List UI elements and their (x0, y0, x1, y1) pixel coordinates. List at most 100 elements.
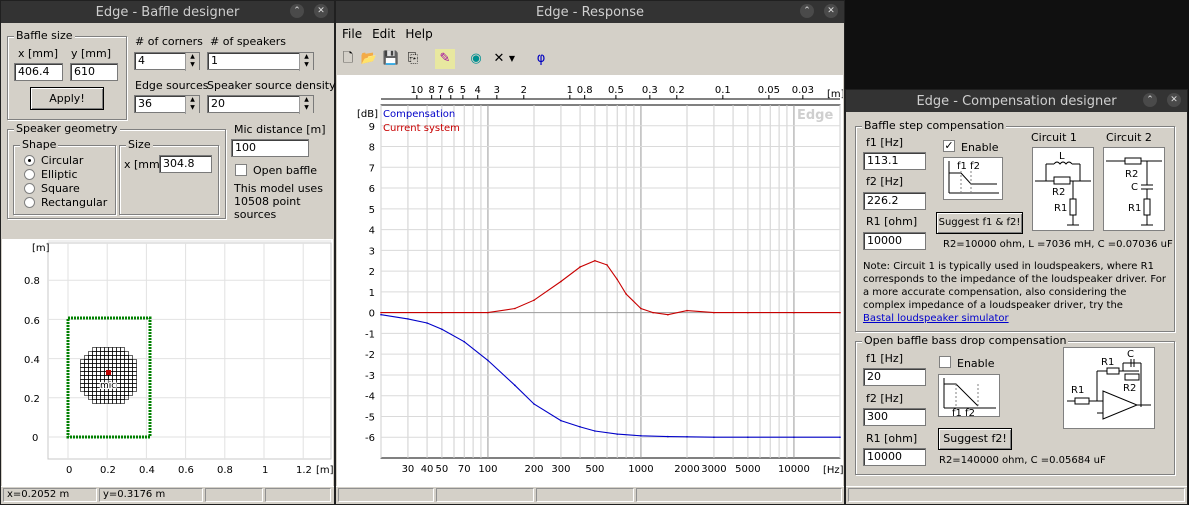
top-tick-label: 0.05 (758, 85, 780, 96)
note-line-1: Note: Circuit 1 is typically used in lou… (863, 261, 1154, 272)
top-tick-label: 0.3 (642, 85, 658, 96)
current-system-point (594, 259, 596, 262)
square-radio[interactable] (24, 183, 35, 194)
pen-icon[interactable]: ✎ (435, 49, 455, 69)
rectangular-radio[interactable] (24, 197, 35, 208)
circuit1-r1-label: R1 (1054, 203, 1067, 214)
density-spinner[interactable]: ▲ ▼ (299, 96, 313, 114)
baffle-xtick-0.4: 0.4 (139, 465, 155, 476)
ob-r1-input[interactable]: 10000 (863, 448, 926, 466)
current-system-point (667, 313, 669, 316)
bsc-enable-label: Enable (961, 141, 999, 154)
menu-help[interactable]: Help (405, 27, 432, 41)
baffle-y-input[interactable]: 610 (70, 63, 118, 81)
phase-icon[interactable]: φ (531, 49, 551, 69)
baffle-xtick-0: 0 (66, 465, 72, 476)
current-system-point (640, 307, 642, 310)
baffle-plot[interactable]: [m] 0.8 0.6 0.4 0.2 0 0 0.2 0.4 0.6 0.8 … (2, 239, 333, 487)
comp-status-cell (848, 488, 1185, 502)
corners-input[interactable]: 4 ▲ ▼ (134, 52, 200, 71)
baffle-xtick-0.6: 0.6 (178, 465, 194, 476)
bsc-enable-checkbox[interactable]: ✓ (943, 140, 955, 152)
close-icon[interactable]: ✕ (824, 4, 838, 18)
f1-input[interactable]: 113.1 (863, 152, 926, 170)
ob-enable-checkbox[interactable] (939, 356, 951, 368)
circular-radio[interactable] (24, 155, 35, 166)
ob-f1-input[interactable]: 20 (863, 368, 926, 386)
circuit1-r2-label: R2 (1052, 187, 1065, 198)
response-title-bar[interactable]: Edge - Response ⌃ ✕ (336, 1, 844, 23)
response-window-title: Edge - Response (535, 4, 645, 20)
baffle-size-label: Baffle size (14, 29, 75, 42)
elliptic-label: Elliptic (41, 168, 78, 181)
close-icon[interactable]: ✕ (314, 4, 328, 18)
size-x-input[interactable]: 304.8 (159, 155, 212, 173)
baffle-title-bar[interactable]: Edge - Baffle designer ⌃ ✕ (1, 1, 334, 23)
save-icon[interactable]: 💾 (381, 49, 401, 69)
r1-input[interactable]: 10000 (863, 232, 926, 250)
corners-spinner[interactable]: ▲ ▼ (185, 53, 199, 71)
baffle-xunit: [m] (316, 465, 333, 476)
bsc-curve-label: f1 f2 (957, 161, 980, 172)
edge-sources-label: Edge sources (135, 79, 209, 92)
ob-f2-input[interactable]: 300 (863, 408, 926, 426)
suggest-f1-f2-button[interactable]: Suggest f1 & f2! (936, 212, 1023, 234)
bsc-response-curve-icon: f1 f2 (943, 157, 1003, 200)
y-tick-label: -5 (365, 412, 375, 423)
y-tick-label: 6 (369, 184, 375, 195)
open-baffle-checkbox[interactable] (235, 164, 247, 176)
y-tick-label: 1 (369, 288, 375, 299)
f2-input[interactable]: 226.2 (863, 192, 926, 210)
compensation-point (533, 403, 535, 405)
note-line-2: corresponds to the impedance of the loud… (863, 274, 1167, 285)
compensation-point (579, 426, 581, 428)
compensation-title-bar[interactable]: Edge - Compensation designer ⌃ ✕ (846, 90, 1187, 112)
model-info-line-2: 10508 point (234, 195, 301, 208)
note-line-4: complex impedance of a loudspeaker drive… (863, 300, 1123, 311)
baffle-xtick-0.8: 0.8 (217, 465, 233, 476)
open-icon[interactable]: 📂 (359, 49, 379, 69)
response-window: Edge - Response ⌃ ✕ File Edit Help 🗋 📂 💾… (335, 0, 845, 505)
apply-button[interactable]: Apply! (30, 87, 104, 110)
y-axis-unit: [dB] (357, 109, 378, 120)
menu-bar: File Edit Help (336, 23, 844, 45)
compensation-point (640, 434, 642, 437)
speakers-spinner[interactable]: ▲ ▼ (299, 53, 313, 71)
baffle-x-input[interactable]: 406.4 (14, 63, 63, 81)
x-tick-label: 200 (524, 464, 543, 475)
ob-circuit-r2-label: R2 (1123, 383, 1136, 394)
baffle-ytick-0.4: 0.4 (24, 355, 40, 366)
collapse-icon[interactable]: ⌃ (1143, 93, 1157, 107)
new-icon[interactable]: 🗋 (338, 49, 358, 69)
compensation-designer-window: Edge - Compensation designer ⌃ ✕ Baffle … (845, 89, 1188, 505)
menu-edit[interactable]: Edit (372, 27, 395, 41)
bastal-link[interactable]: Bastal loudspeaker simulator (863, 313, 1009, 324)
speakers-input[interactable]: 1 ▲ ▼ (207, 52, 314, 71)
current-system-point (514, 307, 516, 310)
response-chart[interactable]: 9876543210-1-2-3-4-5-630 40 50 70 100 200 300 5… (337, 75, 843, 487)
menu-file[interactable]: File (342, 27, 362, 41)
speaker-geometry-label: Speaker geometry (14, 122, 120, 135)
copy-icon[interactable]: ⎘ (403, 49, 423, 69)
density-input[interactable]: 20 ▲ ▼ (207, 95, 314, 114)
elliptic-radio[interactable] (24, 169, 35, 180)
compensation-point (616, 433, 619, 435)
edge-sources-input[interactable]: 36 ▲ ▼ (134, 95, 200, 114)
x-tick-label: 30 (402, 464, 415, 475)
mic-distance-input[interactable]: 100 (231, 139, 309, 157)
ob-result: R2=140000 ohm, C =0.05684 uF (939, 455, 1106, 466)
compensation-point (686, 436, 688, 438)
collapse-icon[interactable]: ⌃ (290, 4, 304, 18)
compensation-point (839, 436, 841, 439)
legend-compensation: Compensation (383, 109, 455, 120)
speaker-icon[interactable]: ◉ (466, 49, 486, 69)
bsc-label: Baffle step compensation (862, 119, 1007, 132)
current-system-point (380, 311, 382, 314)
close-icon[interactable]: ✕ (1167, 93, 1181, 107)
x-mm-label: x [mm] (18, 47, 59, 60)
bsc-result: R2=10000 ohm, L =7036 mH, C =0.07036 uF (943, 239, 1173, 250)
edge-sources-spinner[interactable]: ▲ ▼ (185, 96, 199, 114)
suggest-f2-button[interactable]: Suggest f2! (938, 428, 1012, 450)
collapse-icon[interactable]: ⌃ (800, 4, 814, 18)
dropdown-icon[interactable]: ▼ (506, 49, 518, 69)
